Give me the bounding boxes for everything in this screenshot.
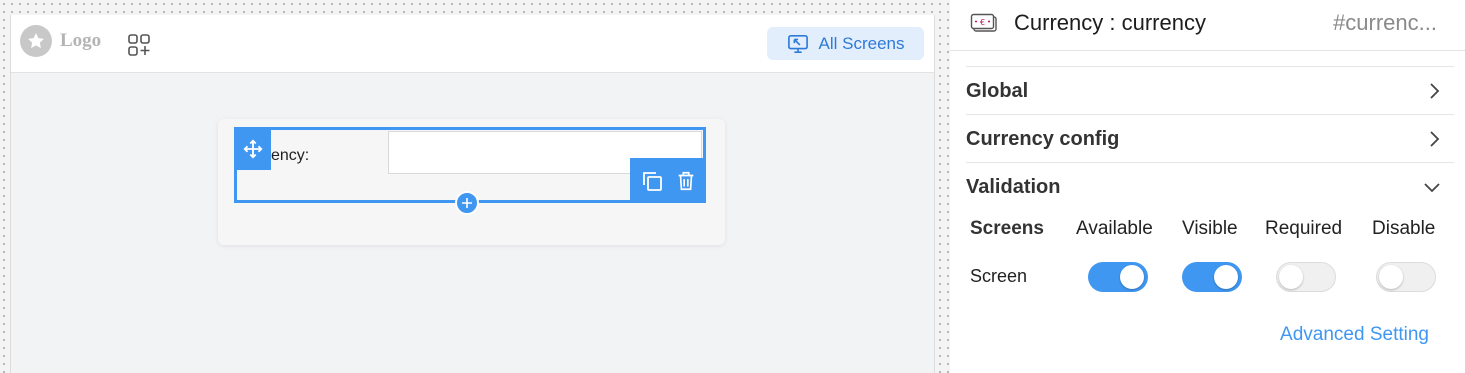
logo-text: Logo bbox=[60, 30, 102, 51]
all-screens-button[interactable]: All Screens bbox=[767, 27, 924, 60]
col-visible: Visible bbox=[1182, 218, 1238, 239]
row-screen-name: Screen bbox=[970, 266, 1028, 286]
chevron-down-icon bbox=[1422, 180, 1442, 194]
advanced-setting-link[interactable]: Advanced Setting bbox=[1280, 324, 1429, 346]
validation-header: Screens Available Visible Required Disab… bbox=[970, 218, 1450, 248]
section-currency-config[interactable]: Currency config bbox=[966, 114, 1454, 163]
section-validation[interactable]: Validation bbox=[966, 162, 1454, 211]
component-id: #currenc... bbox=[1333, 10, 1437, 35]
move-icon[interactable] bbox=[234, 127, 271, 170]
col-available: Available bbox=[1076, 218, 1153, 239]
star-icon bbox=[20, 25, 52, 57]
validation-table: Screens Available Visible Required Disab… bbox=[970, 218, 1450, 294]
currency-icon: € bbox=[970, 12, 998, 41]
table-row: Screen bbox=[970, 262, 1450, 294]
design-canvas: Logo All Screens ency: bbox=[0, 0, 950, 373]
section-label: Global bbox=[966, 79, 1029, 102]
section-global[interactable]: Global bbox=[966, 66, 1454, 115]
panel-title: Currency : currency bbox=[1014, 10, 1206, 35]
chevron-right-icon bbox=[1428, 81, 1442, 101]
delete-icon[interactable] bbox=[675, 170, 697, 192]
form-card: ency: bbox=[218, 119, 725, 245]
field-action-bar bbox=[630, 158, 706, 203]
properties-panel: € Currency : currency #currenc... Global… bbox=[950, 0, 1465, 373]
field-label: ency: bbox=[271, 147, 310, 164]
logo: Logo bbox=[20, 25, 101, 57]
panel-header: € Currency : currency #currenc... bbox=[950, 0, 1465, 51]
screens-icon bbox=[787, 34, 809, 54]
col-disable: Disable bbox=[1372, 218, 1436, 239]
all-screens-label: All Screens bbox=[818, 33, 905, 53]
section-label: Currency config bbox=[966, 127, 1120, 150]
available-toggle[interactable] bbox=[1088, 262, 1148, 292]
disable-toggle[interactable] bbox=[1376, 262, 1436, 292]
plus-icon[interactable] bbox=[455, 191, 479, 215]
add-widget-icon[interactable] bbox=[127, 33, 151, 57]
chevron-right-icon bbox=[1428, 129, 1442, 149]
visible-toggle[interactable] bbox=[1182, 262, 1242, 292]
col-screens: Screens bbox=[970, 218, 1044, 239]
currency-field-selected[interactable]: ency: bbox=[234, 127, 706, 215]
svg-text:€: € bbox=[980, 18, 985, 27]
col-required: Required bbox=[1265, 218, 1343, 239]
preview-topbar: Logo All Screens bbox=[11, 15, 934, 73]
screen-frame: Logo All Screens ency: bbox=[10, 15, 935, 373]
required-toggle[interactable] bbox=[1276, 262, 1336, 292]
copy-icon[interactable] bbox=[640, 169, 664, 193]
section-label: Validation bbox=[966, 175, 1061, 198]
